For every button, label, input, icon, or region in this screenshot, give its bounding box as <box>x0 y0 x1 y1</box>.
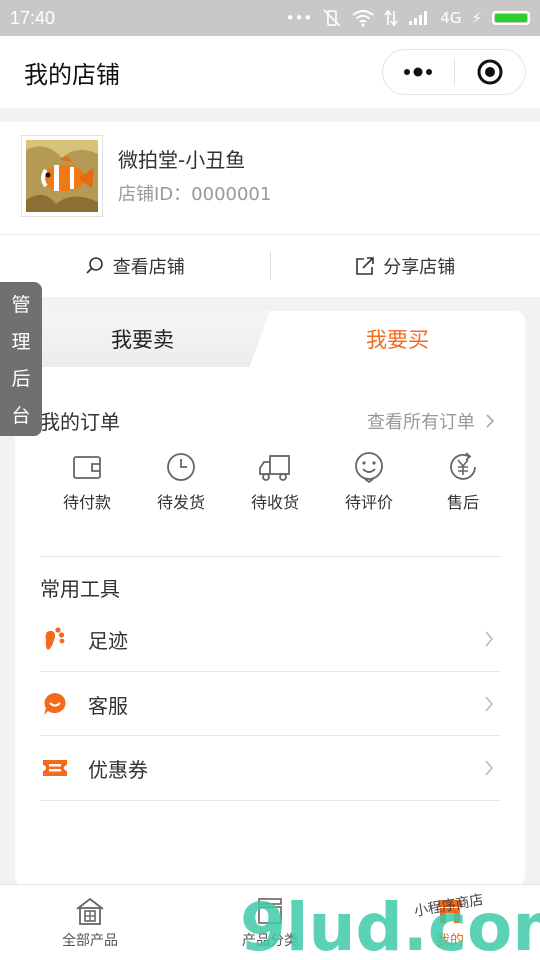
truck-icon <box>259 455 290 481</box>
order-pending-shipment[interactable]: 待发货 <box>134 451 228 521</box>
wifi-icon <box>352 10 374 27</box>
view-shop-label: 查看店铺 <box>112 257 185 278</box>
status-icons: ••• 4G ⚡ <box>286 8 530 28</box>
tool-footprint-label: 足迹 <box>88 628 128 653</box>
shop-actions: 查看店铺 分享店铺 <box>0 234 540 297</box>
clownfish-image <box>26 140 98 212</box>
tool-coupon-label: 优惠券 <box>88 757 148 782</box>
ticket-icon <box>43 760 67 776</box>
view-shop-button[interactable]: 查看店铺 <box>0 253 270 279</box>
share-icon <box>356 257 375 275</box>
search-icon <box>86 257 103 274</box>
share-shop-label: 分享店铺 <box>383 257 456 278</box>
order-pending-review[interactable]: 待评价 <box>322 451 416 521</box>
admin-tab-char: 管 <box>11 294 31 316</box>
store-icon <box>76 897 104 925</box>
admin-side-tab[interactable]: 管 理 后 台 <box>0 282 42 436</box>
tool-footprint[interactable]: 足迹 <box>40 607 500 671</box>
admin-tab-char: 台 <box>11 405 31 427</box>
share-shop-button[interactable]: 分享店铺 <box>271 253 540 279</box>
tool-customer-service[interactable]: 客服 <box>40 672 500 736</box>
main-card: 我要卖 我要买 我的订单 查看所有订单 待付款 待发货 待收货 待评价 售后 常… <box>15 311 525 886</box>
order-pending-receipt-label: 待收货 <box>250 493 299 512</box>
page-title: 我的店铺 <box>24 60 120 89</box>
chevron-right-icon <box>485 696 494 712</box>
footprint-icon <box>45 627 65 650</box>
divider <box>40 800 500 801</box>
data-arrows-icon <box>384 9 398 27</box>
tabbar-all-products[interactable]: 全部产品 <box>0 885 180 960</box>
wallet-icon <box>73 456 101 479</box>
order-pending-receipt[interactable]: 待收货 <box>228 451 322 521</box>
order-status-row: 待付款 待发货 待收货 待评价 售后 <box>40 451 510 521</box>
tabbar-categories[interactable]: 产品分类 <box>180 885 360 960</box>
chevron-right-icon <box>485 631 494 647</box>
more-dots-icon: ••• <box>285 9 313 27</box>
order-after-sales[interactable]: 售后 <box>416 451 510 521</box>
status-time: 17:40 <box>10 7 56 28</box>
shop-id: 店铺ID：0000001 <box>118 184 272 205</box>
battery-icon <box>492 11 530 25</box>
tabbar-mine-label: 我的 <box>436 932 464 949</box>
divider <box>40 556 500 557</box>
order-after-sales-label: 售后 <box>446 493 479 512</box>
chat-icon <box>44 693 66 715</box>
admin-tab-char: 后 <box>11 368 31 390</box>
status-bar: 17:40 ••• 4G ⚡ <box>0 0 540 36</box>
smile-icon <box>355 452 383 483</box>
order-pending-payment[interactable]: 待付款 <box>40 451 134 521</box>
view-all-orders-link[interactable]: 查看所有订单 <box>367 408 495 434</box>
network-type: 4G <box>440 9 462 27</box>
mini-program-capsule <box>382 49 526 95</box>
tools-title: 常用工具 <box>40 577 120 601</box>
vibrate-icon <box>323 9 341 27</box>
yen-refund-icon <box>450 452 476 480</box>
tab-sell[interactable]: 我要卖 <box>15 311 270 367</box>
close-program-button[interactable] <box>455 50 526 94</box>
order-pending-payment-label: 待付款 <box>62 493 111 512</box>
signal-icon <box>409 11 428 25</box>
admin-tab-char: 理 <box>11 331 31 353</box>
more-dots-icon <box>404 67 433 77</box>
target-close-icon <box>477 59 503 85</box>
order-pending-review-label: 待评价 <box>344 493 393 512</box>
charging-icon: ⚡ <box>471 9 482 27</box>
orders-title: 我的订单 <box>40 410 120 434</box>
tabbar-categories-label: 产品分类 <box>242 932 298 949</box>
more-button[interactable] <box>383 50 454 94</box>
tool-customer-service-label: 客服 <box>88 693 128 718</box>
shop-info: 微拍堂-小丑鱼 店铺ID：0000001 查看店铺 分享店铺 <box>0 122 540 297</box>
tool-coupon[interactable]: 优惠券 <box>40 736 500 800</box>
bottom-tab-bar: 全部产品 产品分类 我的 <box>0 884 540 960</box>
chevron-right-icon <box>485 760 494 776</box>
tab-buy[interactable]: 我要买 <box>270 311 525 367</box>
category-icon <box>258 897 282 924</box>
chevron-right-icon <box>486 414 495 428</box>
tabbar-mine[interactable]: 我的 <box>360 885 540 960</box>
shop-avatar <box>21 135 103 217</box>
shop-icon <box>437 899 463 923</box>
tabbar-all-products-label: 全部产品 <box>62 932 118 949</box>
view-all-orders-label: 查看所有订单 <box>367 412 475 433</box>
nav-bar: 我的店铺 <box>0 36 540 108</box>
clock-icon <box>167 453 195 481</box>
order-pending-shipment-label: 待发货 <box>156 493 205 512</box>
shop-name: 微拍堂-小丑鱼 <box>118 148 246 172</box>
